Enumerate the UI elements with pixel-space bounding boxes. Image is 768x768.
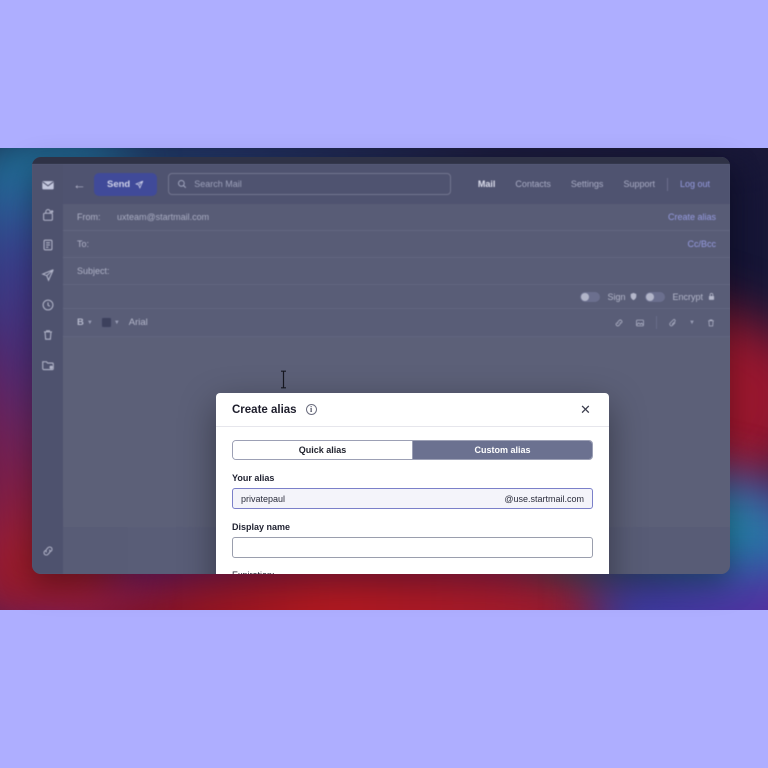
create-alias-link[interactable]: Create alias xyxy=(668,212,716,222)
dialog-header: Create alias i ✕ xyxy=(216,393,609,427)
sidebar-item-sent[interactable] xyxy=(32,260,63,290)
search-icon xyxy=(178,180,187,189)
nav-item-settings[interactable]: Settings xyxy=(561,179,614,189)
toolbar-divider xyxy=(656,316,658,329)
encrypt-toggle[interactable] xyxy=(645,291,666,302)
top-navigation: Mail Contacts Settings Support Log out xyxy=(468,177,720,191)
paper-plane-icon xyxy=(135,180,144,189)
nav-item-support[interactable]: Support xyxy=(613,179,665,189)
nav-divider xyxy=(666,177,668,191)
font-family-label: Arial xyxy=(128,317,148,328)
page-backdrop: ← Send Search Mail Mail Contacts Setting… xyxy=(0,0,768,768)
sign-label: Sign xyxy=(607,291,626,302)
create-alias-dialog: Create alias i ✕ Quick alias Custom alia… xyxy=(216,393,609,574)
sidebar-item-drafts[interactable] xyxy=(32,230,63,260)
sidebar-item-mail[interactable] xyxy=(32,170,63,200)
back-arrow-icon[interactable]: ← xyxy=(73,177,86,192)
encrypt-group: Encrypt xyxy=(672,292,716,302)
format-toolbar: B ▼ ▼ Arial ▼ xyxy=(63,309,730,337)
app-toolbar: ← Send Search Mail Mail Contacts Setting… xyxy=(63,164,730,204)
window-title-strip xyxy=(32,157,730,164)
tab-custom-alias[interactable]: Custom alias xyxy=(412,441,592,459)
sidebar-item-manage-folders[interactable] xyxy=(32,350,63,380)
wallpaper-band-right xyxy=(600,568,768,610)
sidebar-item-integrations[interactable] xyxy=(32,536,63,566)
send-button-label: Send xyxy=(107,178,131,190)
nav-item-logout[interactable]: Log out xyxy=(670,179,720,189)
ccbcc-link[interactable]: Cc/Bcc xyxy=(687,239,716,249)
alias-input[interactable]: privatepaul @use.startmail.com xyxy=(232,488,593,509)
chevron-down-icon[interactable]: ▼ xyxy=(87,320,93,326)
expiration-label: Expiration: xyxy=(232,570,593,574)
compose-row-from: From: uxteam@startmail.com Create alias xyxy=(63,204,730,231)
sidebar-item-scheduled[interactable] xyxy=(32,290,63,320)
search-placeholder: Search Mail xyxy=(194,179,242,189)
sign-toggle[interactable] xyxy=(580,291,601,302)
from-value[interactable]: uxteam@startmail.com xyxy=(117,212,209,222)
dialog-title: Create alias xyxy=(232,403,297,416)
image-icon[interactable] xyxy=(635,318,645,328)
trash-icon[interactable] xyxy=(706,318,716,328)
send-button[interactable]: Send xyxy=(94,172,158,196)
chevron-down-icon[interactable]: ▼ xyxy=(689,320,695,326)
to-label: To: xyxy=(77,239,90,249)
sidebar-item-secure-inbox[interactable] xyxy=(32,200,63,230)
display-name-field-label: Display name xyxy=(232,522,291,532)
format-toolbar-right: ▼ xyxy=(614,316,716,329)
sidebar-item-trash[interactable] xyxy=(32,320,63,350)
alias-type-tabs: Quick alias Custom alias xyxy=(232,440,593,460)
sign-group: Sign xyxy=(607,292,638,302)
compose-row-subject: Subject: xyxy=(63,258,730,285)
text-color-button[interactable]: ▼ xyxy=(101,318,120,327)
info-icon[interactable]: i xyxy=(305,404,317,415)
alias-field-label: Your alias xyxy=(232,473,275,483)
paperclip-icon[interactable] xyxy=(668,318,678,328)
shield-icon xyxy=(631,292,637,301)
compose-row-to: To: Cc/Bcc xyxy=(63,231,730,258)
encrypt-toggle-knob xyxy=(646,292,655,301)
close-icon[interactable]: ✕ xyxy=(578,402,593,417)
font-family-select[interactable]: Arial xyxy=(129,317,148,328)
tab-quick-alias[interactable]: Quick alias xyxy=(233,441,412,459)
dialog-body: Quick alias Custom alias Your alias priv… xyxy=(216,427,609,574)
search-input[interactable]: Search Mail xyxy=(168,173,452,195)
lock-icon xyxy=(708,293,715,300)
chevron-down-icon[interactable]: ▼ xyxy=(114,320,120,326)
nav-item-contacts[interactable]: Contacts xyxy=(505,179,561,189)
app-window: ← Send Search Mail Mail Contacts Setting… xyxy=(32,157,730,574)
display-name-input[interactable] xyxy=(232,537,593,558)
color-swatch xyxy=(101,318,111,327)
nav-item-mail[interactable]: Mail xyxy=(468,179,506,189)
from-label: From: xyxy=(77,212,101,222)
sidebar-rail xyxy=(32,164,63,574)
compose-security-row: Sign Encrypt xyxy=(63,285,730,309)
encrypt-label: Encrypt xyxy=(672,291,703,302)
bold-label: B xyxy=(77,317,84,328)
alias-domain-suffix: @use.startmail.com xyxy=(504,493,584,504)
bold-button[interactable]: B ▼ xyxy=(77,317,93,328)
link-icon[interactable] xyxy=(614,318,624,328)
sign-toggle-knob xyxy=(581,292,590,301)
subject-label: Subject: xyxy=(77,266,110,276)
alias-input-value: privatepaul xyxy=(241,493,286,504)
